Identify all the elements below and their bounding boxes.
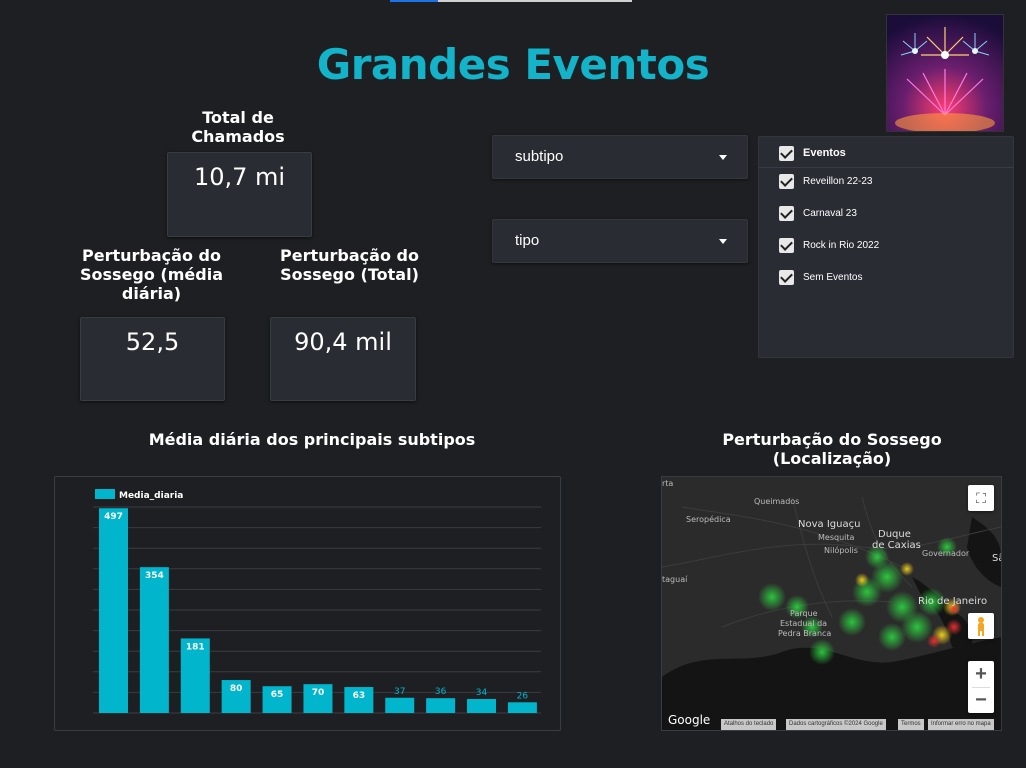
subtipo-dropdown[interactable]: subtipo [492, 135, 748, 179]
map-label-parque: Pedra Branca [778, 629, 832, 638]
total-chamados-value: 10,7 mi [193, 163, 286, 191]
checkbox-checked-icon [779, 173, 794, 189]
bar [467, 698, 497, 713]
map-label-rio: Rio de Janeiro [918, 596, 988, 607]
bar [385, 697, 415, 713]
bar-chart: Media_diaria 497 354 181 80 65 70 63 37 36 34 26 [93, 489, 541, 714]
pegman-icon [978, 617, 984, 636]
map-label-parque: Parque [790, 609, 818, 618]
data-label: 34 [476, 688, 488, 698]
checkbox-checked-icon [779, 269, 794, 285]
subtipo-dropdown-label: subtipo [515, 148, 564, 165]
map-label-torta: rta [662, 479, 674, 488]
heatmap-map[interactable]: rta Queimados Seropédica Nova Iguaçu Mes… [661, 476, 1002, 731]
fullscreen-icon: ⛶ [976, 490, 986, 506]
map-label-nova-iguacu: Nova Iguaçu [798, 519, 861, 530]
bar [139, 567, 169, 713]
map-title-line2: (Localização) [772, 449, 892, 468]
data-label: 497 [104, 512, 123, 522]
perturbacao-media-value: 52,5 [125, 328, 180, 356]
attribution-data: Dados cartográficos ©2024 Google [786, 719, 886, 730]
map-label-governador: Governador [922, 549, 970, 558]
zoom-out-button[interactable]: − [968, 687, 994, 713]
data-label: 26 [517, 691, 529, 701]
map-title-line1: Perturbação do Sossego [722, 430, 942, 449]
data-label: 37 [394, 687, 405, 697]
evento-item-label: Reveillon 22-23 [803, 175, 873, 187]
bar [426, 698, 456, 713]
chart-title: Média diária dos principais subtipos [148, 430, 476, 449]
perturbacao-total-label: Perturbação do Sossego (Total) [280, 246, 419, 284]
chevron-down-icon [719, 155, 727, 160]
checkbox-checked-icon [779, 145, 794, 161]
map-label-itaguai: taguaí [662, 575, 688, 584]
evento-item-label: Sem Eventos [803, 271, 863, 283]
map-label-sao-goncalo: Sã [992, 553, 1001, 564]
bar [99, 508, 128, 713]
total-chamados-card: 10,7 mi [167, 152, 312, 237]
perturbacao-media-label: Perturbação do Sossego (média diária) [80, 246, 223, 303]
eventos-header: Eventos [803, 147, 846, 159]
map-title: Perturbação do Sossego (Localização) [700, 430, 964, 468]
data-label: 36 [435, 687, 447, 697]
perturbacao-total-value: 90,4 mil [294, 328, 392, 356]
attribution-terms[interactable]: Termos [898, 719, 924, 730]
map-label-queimados: Queimados [754, 497, 800, 506]
attribution-report[interactable]: Informar erro no mapa [928, 719, 994, 730]
checkbox-checked-icon [779, 205, 794, 221]
zoom-in-button[interactable]: + [968, 661, 994, 687]
data-label: 63 [353, 691, 366, 701]
street-view-button[interactable] [968, 613, 994, 639]
data-label: 80 [230, 684, 243, 694]
google-logo: Google [668, 713, 711, 727]
page-title: Grandes Eventos [316, 40, 710, 89]
perturbacao-media-card: 52,5 [80, 317, 225, 401]
bar [507, 702, 537, 713]
evento-item[interactable]: Sem Eventos [779, 267, 862, 287]
zoom-control: + − [968, 661, 994, 713]
checkbox-checked-icon [779, 237, 794, 253]
tipo-dropdown-label: tipo [515, 232, 540, 249]
map-label-nilopolis: Nilópolis [824, 546, 858, 555]
fullscreen-button[interactable]: ⛶ [968, 485, 994, 511]
attribution-shortcuts[interactable]: Atalhos do teclado [721, 719, 777, 730]
top-progress-bar [390, 0, 632, 2]
map-label-mesquita: Mesquita [818, 533, 855, 542]
evento-item-label: Rock in Rio 2022 [803, 239, 880, 251]
chevron-down-icon [719, 239, 727, 244]
evento-item[interactable]: Reveillon 22-23 [779, 171, 873, 191]
map-label-duque: Duque [878, 529, 911, 540]
data-label: 70 [312, 688, 325, 698]
map-label-seropedica: Seropédica [686, 515, 731, 524]
data-label: 65 [271, 690, 284, 700]
map-label-parque: Estadual da [780, 619, 828, 628]
legend-label: Media_diaria [119, 491, 183, 501]
eventos-select-all[interactable]: Eventos [779, 143, 846, 163]
map-label-de-caxias: de Caxias [872, 540, 921, 551]
evento-item[interactable]: Rock in Rio 2022 [779, 235, 879, 255]
fireworks-image [886, 14, 1004, 132]
eventos-filter-panel: Eventos Reveillon 22-23 Carnaval 23 Rock… [758, 136, 1014, 358]
evento-item[interactable]: Carnaval 23 [779, 203, 857, 223]
data-label: 181 [186, 642, 205, 652]
bar-chart-panel: Media_diaria 497 354 181 80 65 70 63 37 36 34 26 [54, 476, 561, 731]
total-chamados-label: Total de Chamados [191, 108, 285, 146]
data-label: 354 [145, 571, 164, 581]
tipo-dropdown[interactable]: tipo [492, 219, 748, 263]
perturbacao-total-card: 90,4 mil [270, 317, 416, 401]
evento-item-label: Carnaval 23 [803, 207, 857, 219]
legend-swatch [95, 489, 115, 499]
